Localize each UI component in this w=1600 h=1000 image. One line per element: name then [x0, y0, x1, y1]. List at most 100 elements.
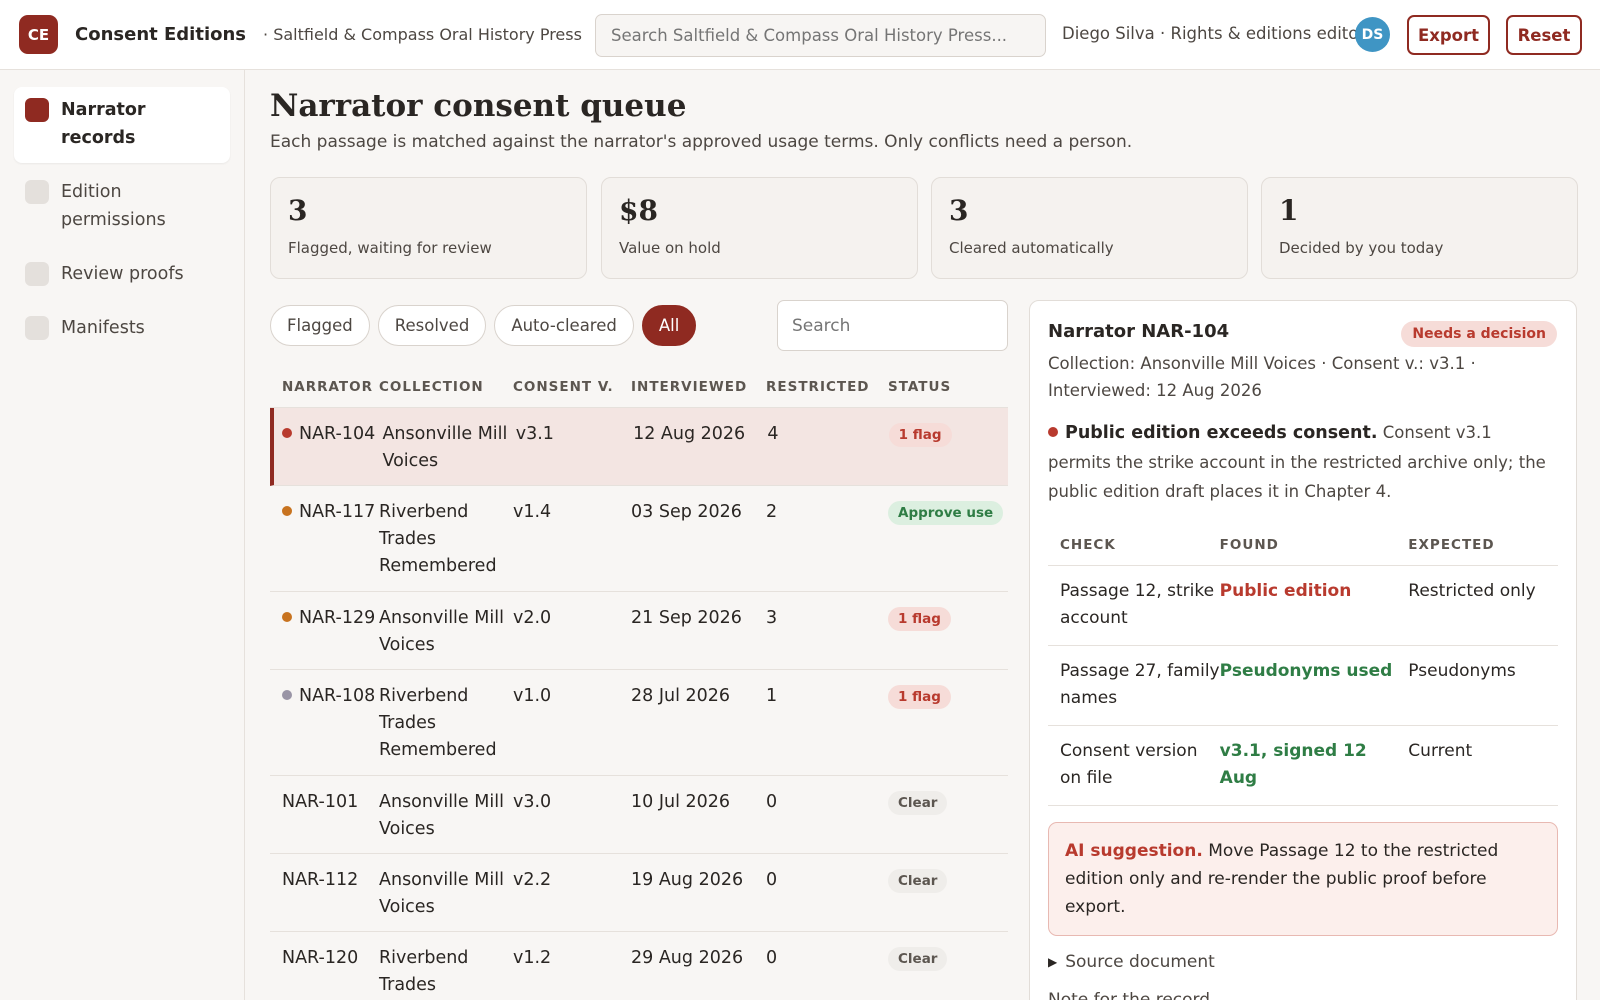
column-header[interactable]: CONSENT V.	[513, 379, 631, 395]
column-header[interactable]: RESTRICTED	[766, 379, 888, 395]
table-row[interactable]: NAR-129 Ansonville Mill Voices v2.0 21 Sep …	[270, 592, 1008, 670]
status-cell: 1 flag	[888, 421, 1008, 448]
sidebar-item-narrator-records[interactable]: Narrator records	[14, 87, 230, 163]
collection-cell: Riverbend Trades	[379, 945, 513, 999]
stat-card-flagged: 3 Flagged, waiting for review	[270, 177, 587, 279]
narrator-cell: NAR-104	[274, 421, 382, 448]
filter-chip-flagged[interactable]: Flagged	[270, 305, 370, 346]
sidebar-item-edition-permissions[interactable]: Edition permissions	[14, 169, 230, 245]
filter-chip-resolved[interactable]: Resolved	[377, 305, 487, 346]
check-cell: Passage 27, family names	[1060, 661, 1220, 708]
consent-version-cell-text: v3.0	[513, 792, 552, 812]
avatar[interactable]: DS	[1355, 17, 1390, 52]
table-search-input[interactable]	[777, 300, 1008, 351]
expected-cell: Current	[1408, 741, 1473, 761]
column-header[interactable]: NARRATOR	[270, 379, 379, 395]
table-row[interactable]: NAR-101 Ansonville Mill Voices v3.0 10 Jul …	[270, 776, 1008, 854]
interviewed-cell: 10 Jul 2026	[631, 789, 766, 816]
table-row[interactable]: NAR-104 Ansonville Mill Voices v3.1 12 Aug …	[270, 408, 1008, 486]
restricted-cell: 4	[767, 421, 888, 448]
checks-table: CHECK FOUND EXPECTED Passage 12, strike …	[1048, 524, 1558, 806]
collection-cell: Ansonville Mill Voices	[379, 867, 513, 921]
restricted-cell: 2	[766, 499, 888, 526]
column-header: FOUND	[1219, 536, 1279, 553]
flag-dot-icon	[1048, 427, 1058, 437]
status-badge: Needs a decision	[1401, 321, 1557, 347]
status-dot-icon	[282, 690, 292, 700]
restricted-cell-text: 0	[766, 792, 778, 812]
narrator-cell-text: NAR-112	[282, 870, 359, 890]
table-row[interactable]: NAR-120 Riverbend Trades v1.2 29 Aug 2026 0 C…	[270, 932, 1008, 1000]
narrator-cell-text: NAR-101	[282, 792, 359, 812]
filter-chip-auto-cleared[interactable]: Auto-cleared	[494, 305, 634, 346]
filter-chip-all[interactable]: All	[641, 305, 697, 346]
consent-version-cell: v1.4	[513, 499, 631, 526]
check-row: Passage 27, family names Pseudonyms used P…	[1048, 646, 1558, 726]
consent-version-cell-text: v2.2	[513, 870, 552, 890]
collection-cell-text: Ansonville Mill Voices	[379, 792, 504, 839]
narrator-cell: NAR-120	[270, 945, 379, 972]
restricted-cell-text: 0	[766, 870, 778, 890]
consent-version-cell-text: v1.0	[513, 686, 552, 706]
app-logo[interactable]: CE	[19, 15, 58, 54]
column-header[interactable]: STATUS	[888, 379, 1008, 395]
narrator-cell: NAR-129	[270, 605, 379, 632]
consent-version-cell: v1.0	[513, 683, 631, 710]
stat-value: $8	[619, 194, 658, 227]
consent-version-cell-text: v1.4	[513, 502, 552, 522]
interviewed-cell-text: 03 Sep 2026	[631, 502, 742, 522]
source-document-toggle[interactable]: ▶ Source document	[1048, 952, 1558, 972]
table-row[interactable]: NAR-117 Riverbend Trades Remembered v1.4 03…	[270, 486, 1008, 592]
stat-label: Cleared automatically	[949, 239, 1114, 257]
user-label: Diego Silva · Rights & editions editor	[1062, 24, 1366, 43]
stat-label: Flagged, waiting for review	[288, 239, 492, 257]
detail-panel: Narrator NAR-104 Needs a decision Collec…	[1029, 300, 1577, 1000]
column-header[interactable]: INTERVIEWED	[631, 379, 766, 395]
global-search-input[interactable]	[595, 14, 1046, 57]
interviewed-cell-text: 12 Aug 2026	[633, 424, 746, 444]
interviewed-cell-text: 19 Aug 2026	[631, 870, 744, 890]
sidebar-item-label: Review proofs	[61, 264, 184, 284]
nav-square-icon	[25, 180, 49, 204]
status-cell: Clear	[888, 945, 1008, 972]
restricted-cell: 0	[766, 945, 888, 972]
narrator-cell: NAR-117	[270, 499, 379, 526]
sidebar-item-manifests[interactable]: Manifests	[14, 305, 230, 353]
status-dot-icon	[282, 612, 292, 622]
narrator-cell-text: NAR-104	[299, 424, 376, 444]
ai-suggestion: AI suggestion. Move Passage 12 to the re…	[1048, 822, 1558, 936]
export-button[interactable]: Export	[1407, 15, 1490, 55]
status-cell: 1 flag	[888, 683, 1008, 710]
consent-version-cell: v2.2	[513, 867, 631, 894]
interviewed-cell-text: 28 Jul 2026	[631, 686, 731, 706]
interviewed-cell: 12 Aug 2026	[633, 421, 767, 448]
stat-card-cleared: 3 Cleared automatically	[931, 177, 1248, 279]
narrator-cell-text: NAR-129	[299, 608, 376, 628]
consent-version-cell-text: v3.1	[515, 424, 554, 444]
stat-label: Decided by you today	[1279, 239, 1444, 257]
table-row[interactable]: NAR-108 Riverbend Trades Remembered v1.0 28…	[270, 670, 1008, 776]
status-badge: Clear	[888, 869, 948, 893]
narrator-cell: NAR-112	[270, 867, 379, 894]
reset-button[interactable]: Reset	[1506, 15, 1582, 55]
narrator-cell: NAR-108	[270, 683, 379, 710]
collection-cell: Riverbend Trades Remembered	[379, 499, 513, 580]
nav-square-icon	[25, 98, 49, 122]
restricted-cell: 1	[766, 683, 888, 710]
collection-cell: Ansonville Mill Voices	[379, 605, 513, 659]
detail-meta: Collection: Ansonville Mill Voices · Con…	[1048, 354, 1476, 400]
column-header: CHECK	[1060, 536, 1116, 553]
sidebar-item-label: Narrator records	[61, 100, 146, 148]
sidebar-item-review-proofs[interactable]: Review proofs	[14, 251, 230, 299]
interviewed-cell: 21 Sep 2026	[631, 605, 766, 632]
status-dot-icon	[282, 428, 292, 438]
status-badge: 1 flag	[888, 607, 951, 631]
narrator-table: NARRATOR COLLECTION CONSENT V. INTERVIEW…	[270, 366, 1008, 1000]
collection-cell: Ansonville Mill Voices	[382, 421, 515, 475]
status-dot-icon	[282, 506, 292, 516]
restricted-cell-text: 0	[766, 948, 778, 968]
collection-cell-text: Riverbend Trades Remembered	[379, 686, 497, 760]
table-row[interactable]: NAR-112 Ansonville Mill Voices v2.2 19 Aug …	[270, 854, 1008, 932]
nav-square-icon	[25, 316, 49, 340]
column-header[interactable]: COLLECTION	[379, 379, 513, 395]
